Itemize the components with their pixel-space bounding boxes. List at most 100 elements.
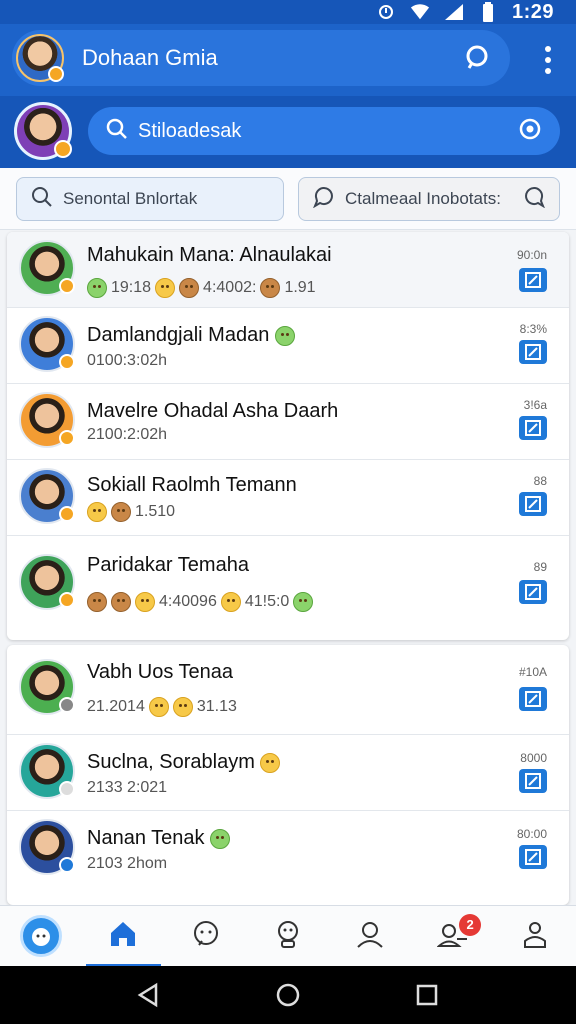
emoji-icon	[148, 697, 169, 717]
emoji-icon	[135, 592, 155, 612]
status-badge-icon	[59, 697, 75, 713]
chat-preview: 0100:3:02h	[87, 352, 168, 369]
status-badge-icon	[54, 140, 72, 158]
chat-face-icon	[191, 919, 221, 954]
reply-icon[interactable]	[519, 580, 547, 604]
list-item[interactable]: Mavelre Ohadal Asha Daarh 2100:2:02h 3!6…	[7, 384, 569, 460]
emoji-icon	[87, 502, 107, 522]
chat-list-primary: Mahukain Mana: Alnaulakai 19:18 4:4002: …	[7, 232, 569, 640]
nav-profile[interactable]	[0, 906, 82, 967]
status-badge-icon	[59, 354, 75, 370]
emoji-icon	[87, 278, 107, 298]
emoji-icon	[87, 592, 107, 612]
nav-chats[interactable]	[165, 906, 247, 967]
overflow-menu-icon[interactable]	[538, 42, 558, 78]
nav-notifications[interactable]: 2	[411, 906, 493, 967]
avatar	[19, 240, 75, 296]
chat-preview: 4:40096 41!5:0	[87, 592, 314, 612]
profile-avatar[interactable]	[16, 34, 64, 82]
nav-home[interactable]	[82, 906, 164, 967]
chat-bubble-icon	[523, 186, 546, 213]
avatar	[19, 554, 75, 610]
list-item[interactable]: Suclna, Sorablaym 2133 2:021 8000	[7, 735, 569, 811]
list-item[interactable]: Damlandgjali Madan 0100:3:02h 8:3%	[7, 308, 569, 384]
alarm-icon	[376, 3, 396, 21]
wifi-icon	[410, 3, 430, 21]
filter-row: Senontal Bnlortak Ctalmeaal Inobotats:	[0, 168, 576, 230]
home-button-icon[interactable]	[268, 975, 308, 1015]
reply-icon[interactable]	[519, 687, 547, 711]
page-title: Dohaan Gmia	[82, 45, 218, 70]
nav-account[interactable]	[494, 906, 576, 967]
sub-header: Stiloadesak	[0, 96, 576, 168]
status-badge-icon	[59, 506, 75, 522]
emoji-icon	[179, 278, 200, 298]
list-item[interactable]: Nanan Tenak 2103 2hom 80:00	[7, 811, 569, 887]
emoji-icon	[274, 325, 295, 346]
filter-chip-label: Ctalmeaal Inobotats:	[345, 189, 501, 208]
emoji-icon	[293, 592, 314, 612]
avatar	[19, 392, 75, 448]
status-badge-icon	[59, 781, 75, 797]
status-time: 1:29	[511, 0, 554, 23]
chat-name: Damlandgjali Madan	[87, 324, 295, 347]
recents-icon[interactable]	[407, 975, 447, 1015]
filter-chip-search[interactable]: Senontal Bnlortak	[16, 177, 284, 221]
list-item[interactable]: Sokiall Raolmh Temann 1.510 88	[7, 460, 569, 536]
chat-time: 88	[533, 474, 547, 488]
chat-preview: 21.2014 31.13	[87, 697, 237, 717]
chat-time: 8000	[520, 751, 547, 765]
reply-icon[interactable]	[519, 769, 547, 793]
signal-icon	[444, 3, 464, 21]
emoji-icon	[210, 828, 231, 849]
status-badge-icon	[59, 278, 75, 294]
status-badge-icon	[59, 592, 75, 608]
reply-icon[interactable]	[519, 340, 547, 364]
chat-time: 90:0n	[516, 248, 547, 262]
reply-icon[interactable]	[519, 845, 547, 869]
emoji-icon	[111, 502, 131, 522]
avatar	[19, 659, 75, 715]
nav-stickers[interactable]	[247, 906, 329, 967]
chat-name: Mavelre Ohadal Asha Daarh	[87, 400, 339, 422]
chat-time: 80:00	[516, 827, 547, 841]
bot-avatar-icon	[20, 915, 63, 957]
list-item[interactable]: Paridakar Temaha 4:40096 41!5:0 89	[7, 536, 569, 636]
chat-name: Sokiall Raolmh Temann	[87, 474, 297, 496]
filter-chip-chat[interactable]: Ctalmeaal Inobotats:	[298, 177, 560, 221]
search-icon[interactable]	[460, 40, 496, 76]
chat-bubble-icon	[312, 186, 335, 213]
reply-icon[interactable]	[519, 268, 547, 292]
home-icon	[108, 919, 138, 954]
back-icon[interactable]	[129, 975, 169, 1015]
chat-name: Suclna, Sorablaym	[87, 751, 281, 774]
reply-icon[interactable]	[519, 416, 547, 440]
list-item[interactable]: Mahukain Mana: Alnaulakai 19:18 4:4002: …	[7, 232, 569, 308]
emoji-icon	[172, 697, 193, 717]
bottom-nav: 2	[0, 905, 576, 967]
battery-icon	[478, 2, 498, 22]
search-bar[interactable]: Stiloadesak	[88, 107, 560, 155]
chat-name: Paridakar Temaha	[87, 554, 249, 576]
chat-time: 8:3%	[519, 322, 547, 336]
app-header: Dohaan Gmia	[0, 24, 576, 96]
camera-search-icon[interactable]	[518, 117, 542, 146]
chat-time: 89	[533, 560, 547, 574]
list-item[interactable]: Vabh Uos Tenaa 21.2014 31.13 #10A	[7, 645, 569, 735]
reply-icon[interactable]	[519, 492, 547, 516]
chat-preview: 2100:2:02h	[87, 426, 168, 443]
user-avatar[interactable]	[14, 102, 72, 160]
chat-name: Mahukain Mana: Alnaulakai	[87, 244, 332, 266]
chat-preview: 1.510	[87, 502, 175, 522]
chat-name: Vabh Uos Tenaa	[87, 661, 234, 683]
status-badge-icon	[59, 430, 75, 446]
avatar	[19, 743, 75, 799]
status-bar: 1:29	[0, 0, 576, 24]
avatar	[19, 819, 75, 875]
verified-badge-icon	[48, 66, 64, 82]
search-icon	[106, 118, 128, 145]
account-icon	[520, 919, 550, 954]
emoji-face-icon	[273, 919, 303, 954]
emoji-icon	[220, 592, 241, 612]
nav-contacts[interactable]	[329, 906, 411, 967]
